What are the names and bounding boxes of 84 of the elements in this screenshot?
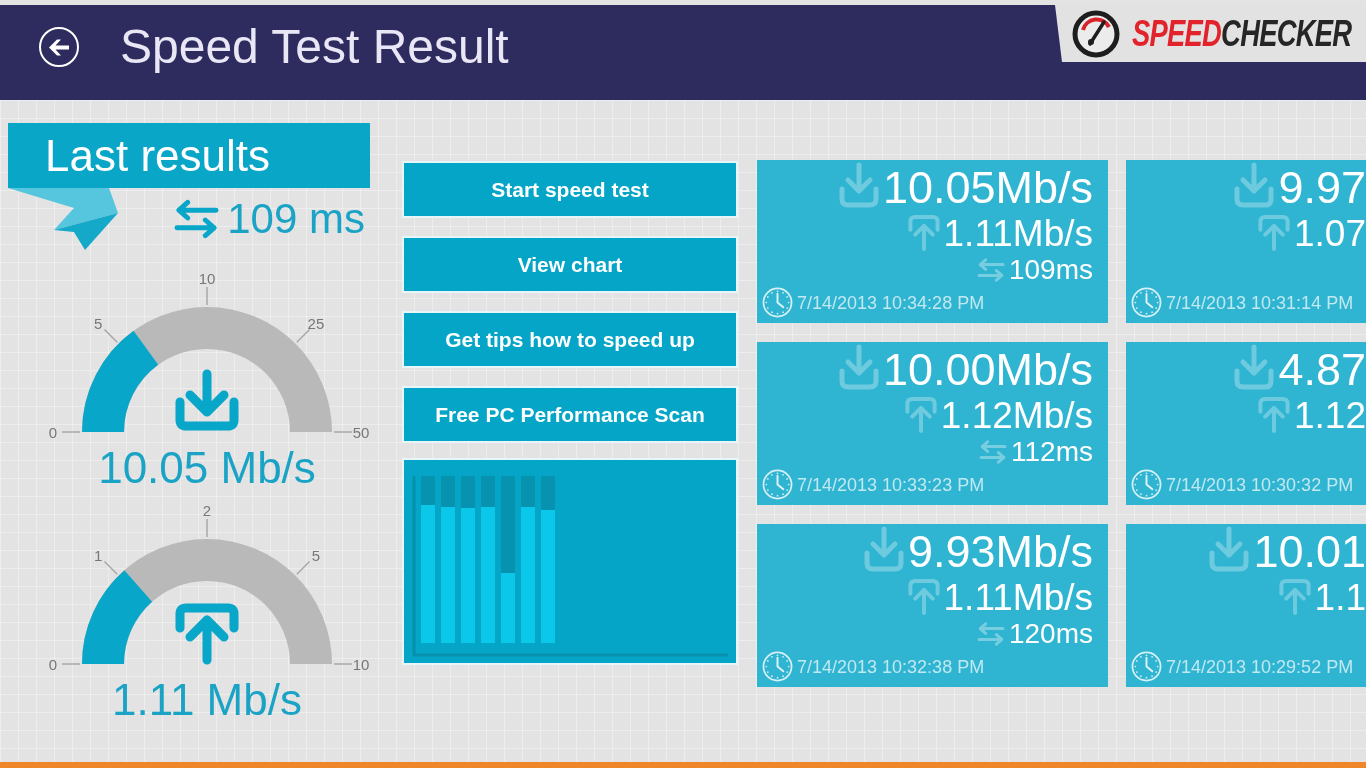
speed-reading: 1.11 Mb/s — [112, 678, 302, 722]
swap-arrows-icon — [979, 440, 1008, 464]
clock-icon — [1131, 469, 1162, 500]
timestamp: 7/14/2013 10:29:52 PM — [1166, 657, 1354, 676]
ping-time: 109ms — [1008, 256, 1093, 284]
result-tile[interactable]: 9.93Mb/s 1.11Mb/s 120ms 7/14/2013 10:32:38 PM — [757, 524, 1108, 687]
clock-icon — [762, 469, 793, 500]
upload-speed: 1.11Mb/s — [943, 215, 1093, 252]
result-tile[interactable]: 10.01 1.1 7/14/2013 10:29:52 PM — [1126, 524, 1366, 687]
download-icon — [1234, 162, 1275, 208]
tick-label: 10 — [198, 269, 216, 287]
upload-speed: 1.12Mb/s — [940, 397, 1093, 434]
tick-mark — [296, 328, 311, 343]
tick-label: 5 — [93, 314, 103, 332]
tick-label: 0 — [48, 655, 58, 673]
upload-speed: 1.1 — [1314, 579, 1366, 616]
download-icon — [863, 526, 904, 572]
download-icon — [1209, 526, 1250, 572]
download-speed: 10.00Mb/s — [882, 347, 1093, 392]
download-speed: 9.93Mb/s — [907, 529, 1093, 574]
download-speed: 9.97 — [1278, 165, 1366, 210]
ping-time: 120ms — [1008, 620, 1093, 648]
result-tile[interactable]: 4.87 1.12 7/14/2013 10:30:32 PM — [1126, 342, 1366, 505]
tick-mark — [206, 286, 208, 306]
tick-mark — [296, 560, 311, 575]
download-icon — [838, 162, 879, 208]
tick-label: 2 — [202, 501, 212, 519]
clock-icon — [1131, 287, 1162, 318]
action-button[interactable]: View chart — [402, 236, 738, 293]
tick-mark — [61, 663, 81, 665]
result-tile[interactable]: 10.05Mb/s 1.11Mb/s 109ms 7/14/2013 10:34:28 PM — [757, 160, 1108, 323]
upload-speed: 1.11Mb/s — [943, 579, 1093, 616]
clock-icon — [762, 287, 793, 318]
ping-reading: 109 ms — [227, 198, 365, 240]
tick-mark — [333, 431, 353, 433]
upload-icon — [175, 603, 239, 665]
upload-icon — [907, 578, 940, 616]
timestamp: 7/14/2013 10:32:38 PM — [797, 657, 985, 676]
download-speed: 10.05Mb/s — [882, 165, 1093, 210]
speed-reading: 10.05 Mb/s — [98, 446, 316, 490]
tick-label: 5 — [311, 546, 321, 564]
tick-mark — [103, 328, 118, 343]
tick-mark — [333, 663, 353, 665]
tick-label: 10 — [352, 655, 370, 673]
tick-label: 0 — [48, 423, 58, 441]
download-speed: 4.87 — [1278, 347, 1366, 392]
action-button[interactable]: Get tips how to speed up — [402, 311, 738, 368]
arrow-left-icon — [49, 38, 69, 56]
download-icon — [1234, 344, 1275, 390]
timestamp: 7/14/2013 10:34:28 PM — [797, 293, 985, 312]
swap-arrows-icon — [174, 199, 220, 239]
timestamp: 7/14/2013 10:33:23 PM — [797, 475, 985, 494]
ping-time: 112ms — [1011, 438, 1093, 466]
download-speed: 10.01 — [1253, 529, 1366, 574]
swap-arrows-icon — [976, 622, 1005, 646]
clock-icon — [762, 651, 793, 682]
upload-speed: 1.07 — [1294, 215, 1366, 252]
result-tile[interactable]: 9.97 1.07 7/14/2013 10:31:14 PM — [1126, 160, 1366, 323]
action-button[interactable]: Start speed test — [402, 161, 738, 218]
speedometer-icon — [1072, 9, 1120, 58]
upload-speed: 1.12 — [1294, 397, 1366, 434]
download-icon — [175, 369, 239, 431]
download-icon — [838, 344, 879, 390]
tick-label: 50 — [352, 423, 370, 441]
swap-arrows-icon — [976, 258, 1005, 282]
timestamp: 7/14/2013 10:30:32 PM — [1166, 475, 1354, 494]
back-button[interactable] — [39, 27, 79, 67]
clock-icon — [1131, 651, 1162, 682]
page-title: Speed Test Result — [120, 23, 509, 71]
upload-icon — [1258, 396, 1290, 434]
tick-label: 1 — [93, 546, 103, 564]
upload-icon — [904, 396, 937, 434]
timestamp: 7/14/2013 10:31:14 PM — [1166, 293, 1354, 312]
upload-icon — [1258, 214, 1290, 252]
tick-mark — [103, 560, 118, 575]
upload-icon — [907, 214, 940, 252]
action-button[interactable]: Free PC Performance Scan — [402, 386, 738, 443]
upload-icon — [1278, 578, 1311, 616]
result-tile[interactable]: 10.00Mb/s 1.12Mb/s 112ms 7/14/2013 10:33:23 PM — [757, 342, 1108, 505]
tick-label: 25 — [307, 314, 325, 332]
logo-wordmark: SPEEDCHECKER — [1132, 15, 1352, 52]
tick-mark — [61, 431, 81, 433]
tick-mark — [206, 518, 208, 538]
section-heading: Last results — [45, 133, 270, 178]
